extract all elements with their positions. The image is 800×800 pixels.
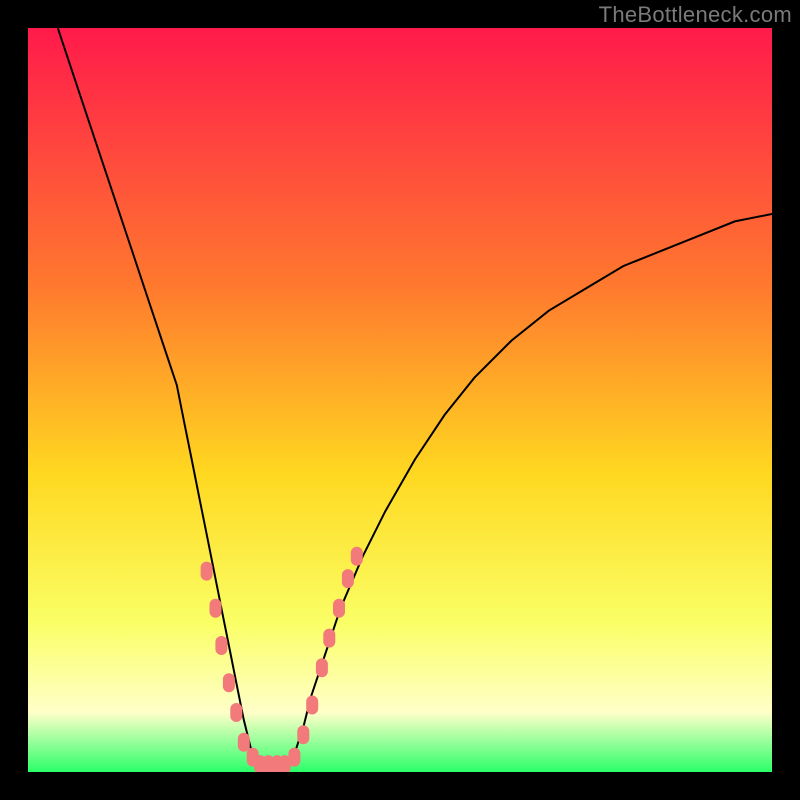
- curve-marker: [223, 674, 234, 692]
- curve-marker: [289, 748, 300, 766]
- curve-marker: [231, 704, 242, 722]
- chart-frame: TheBottleneck.com: [0, 0, 800, 800]
- curve-marker: [351, 547, 362, 565]
- curve-marker: [316, 659, 327, 677]
- curve-marker: [298, 726, 309, 744]
- watermark-label: TheBottleneck.com: [599, 2, 792, 28]
- curve-marker: [216, 637, 227, 655]
- curve-marker: [201, 562, 212, 580]
- bottleneck-chart: [28, 28, 772, 772]
- curve-marker: [324, 629, 335, 647]
- curve-marker: [334, 599, 345, 617]
- plot-area: [28, 28, 772, 772]
- curve-marker: [307, 696, 318, 714]
- gradient-background: [28, 28, 772, 772]
- curve-marker: [210, 599, 221, 617]
- curve-marker: [238, 733, 249, 751]
- curve-marker: [342, 570, 353, 588]
